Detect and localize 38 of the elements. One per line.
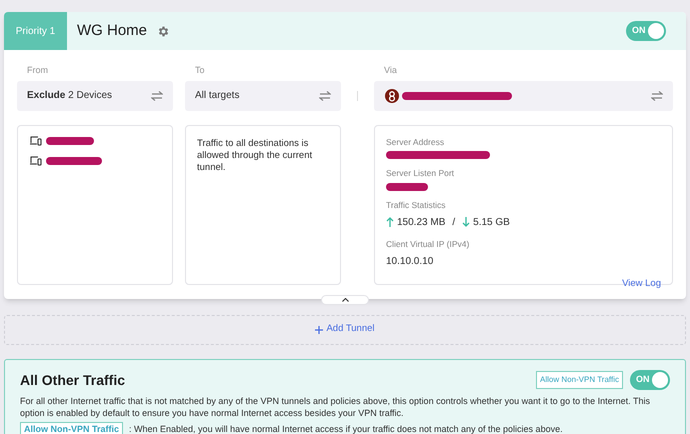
redaction-mark xyxy=(386,183,428,191)
note-text: : When Enabled, you will have normal Internet access if your traffic does not match any of the policies above. xyxy=(129,422,563,434)
swap-icon xyxy=(151,90,163,100)
devices-icon xyxy=(30,156,42,166)
view-log-link[interactable]: View Log xyxy=(622,276,661,291)
settings-icon[interactable] xyxy=(157,24,170,38)
via-select[interactable] xyxy=(374,80,673,110)
priority-tag: Priority 1 xyxy=(4,12,67,50)
to-label: To xyxy=(194,64,206,77)
add-tunnel-button[interactable]: Add Tunnel xyxy=(4,314,686,344)
non-vpn-tag: Allow Non-VPN Traffic xyxy=(536,371,623,389)
chevron-up-icon xyxy=(342,298,348,302)
via-label: Via xyxy=(383,64,398,77)
plus-icon xyxy=(315,326,324,334)
devices-icon xyxy=(30,136,42,146)
from-select[interactable]: Exclude 2 Devices xyxy=(17,80,173,110)
swap-icon xyxy=(319,90,331,100)
from-label: From xyxy=(26,64,49,77)
separator: / xyxy=(452,216,456,230)
section-description: For all other Internet traffic that is not matched by any of the VPN tunnels and policies above, this option controls whether you want it to go to the Internet. This option is enabled by default to ensure you have normal Internet access besides your VPN traffic. xyxy=(20,394,652,418)
detail-value: 10.10.0.10 xyxy=(386,254,434,268)
upload-arrow-icon xyxy=(386,217,394,228)
upload-value: 150.23 MB xyxy=(397,216,446,230)
detail-label: Server Listen Port xyxy=(386,167,456,180)
swap-icon xyxy=(651,90,663,100)
non-vpn-tag: Allow Non-VPN Traffic xyxy=(20,422,124,434)
server-logo-icon xyxy=(384,88,400,104)
detail-label: Traffic Statistics xyxy=(386,199,447,212)
redaction-mark xyxy=(46,136,94,144)
redaction-mark xyxy=(46,156,102,164)
download-value: 5.15 GB xyxy=(473,216,510,230)
to-select[interactable]: All targets xyxy=(185,80,341,110)
detail-label: Client Virtual IP (IPv4) xyxy=(386,238,470,250)
destination-description: Traffic to all destinations is allowed through the current tunnel. xyxy=(197,138,314,174)
section-title: All Other Traffic xyxy=(20,370,126,390)
detail-label: Server Address xyxy=(386,136,446,148)
download-arrow-icon xyxy=(462,217,470,228)
tunnel-name: WG Home xyxy=(77,20,148,41)
